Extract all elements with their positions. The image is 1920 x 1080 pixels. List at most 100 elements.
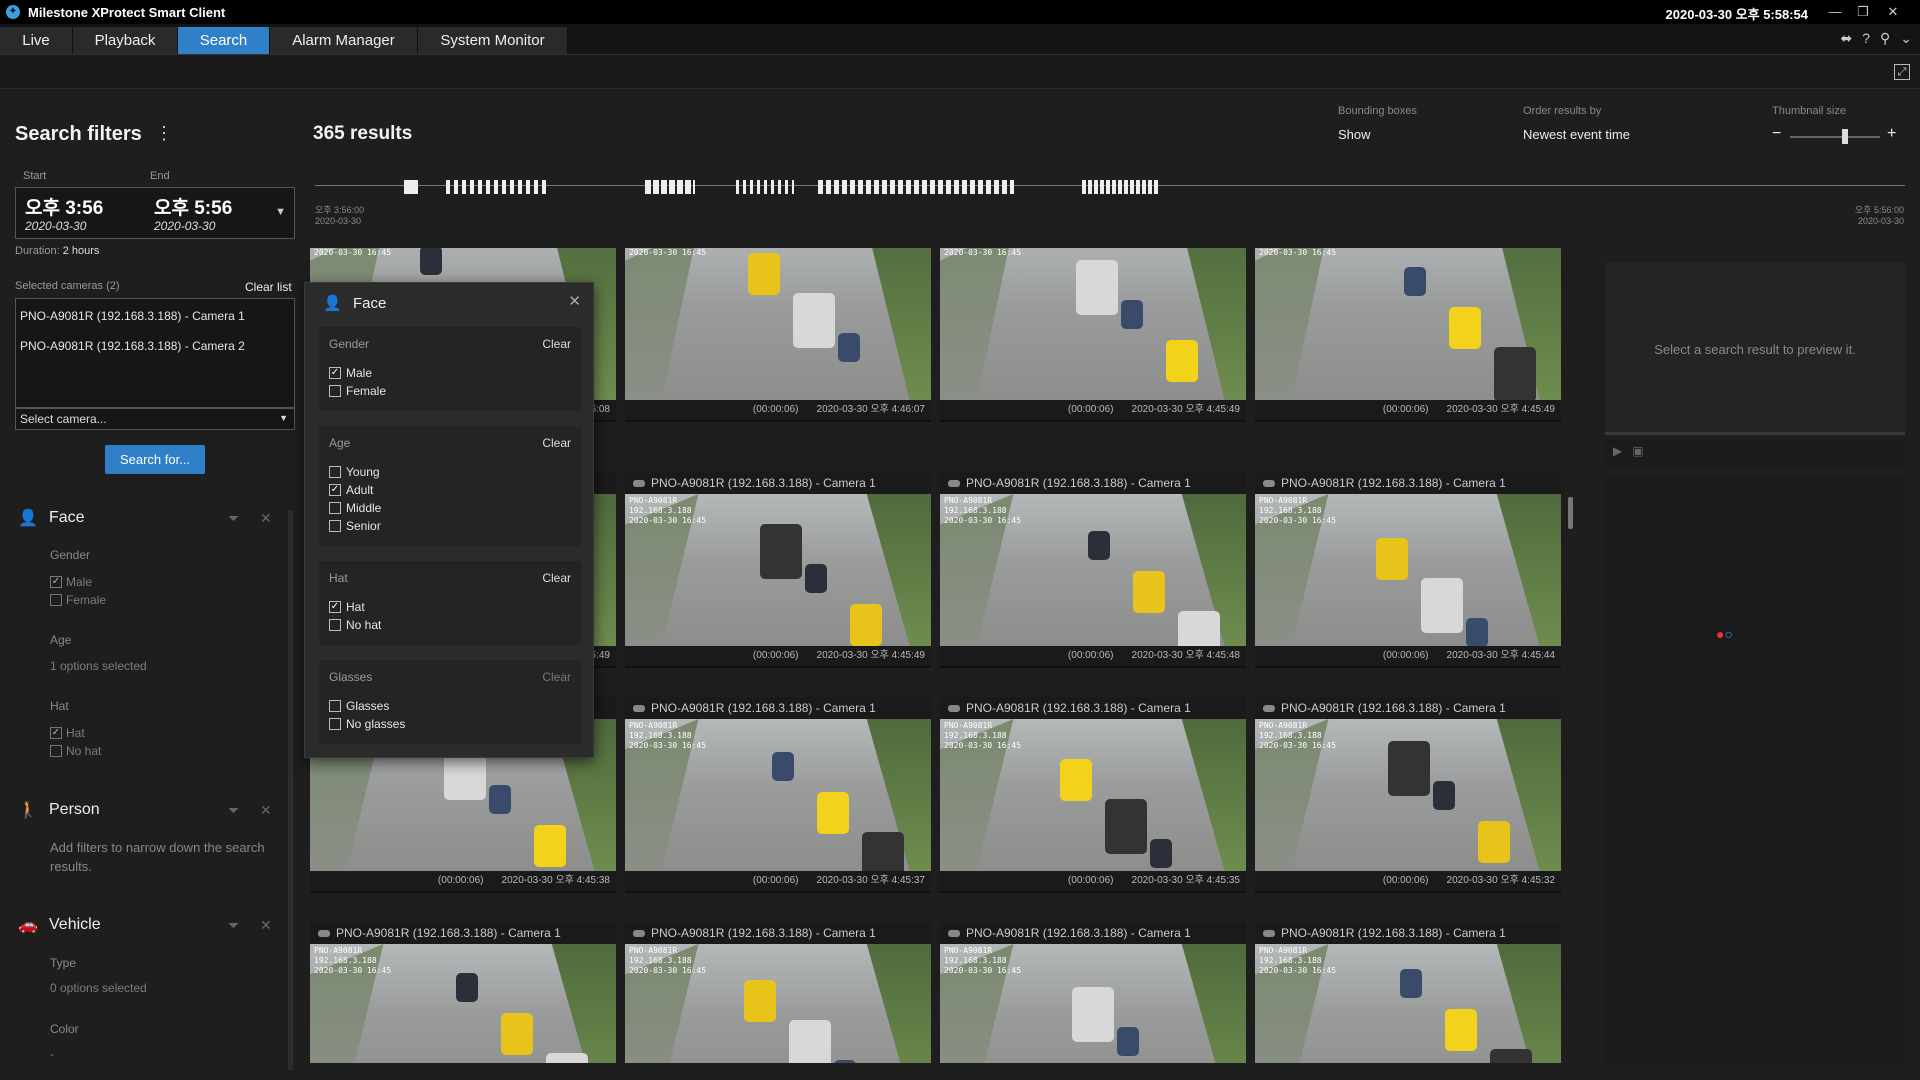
- result-thumbnail[interactable]: PNO-A9081R 192.168.3.188 2020-03-30 16:4…: [940, 248, 1246, 400]
- camera-list-item[interactable]: PNO-A9081R (192.168.3.188) - Camera 1: [20, 309, 245, 323]
- chevron-down-icon[interactable]: ▼: [275, 206, 286, 218]
- select-camera-dropdown[interactable]: Select camera... ▼: [15, 408, 295, 430]
- close-window-icon[interactable]: ✕: [1880, 2, 1906, 22]
- result-thumbnail[interactable]: PNO-A9081R 192.168.3.188 2020-03-30 16:4…: [625, 248, 931, 400]
- person-section-title[interactable]: Person: [49, 801, 100, 819]
- young-checkbox[interactable]: Young: [329, 465, 380, 479]
- filters-scrollbar[interactable]: [288, 510, 293, 1070]
- result-thumbnail[interactable]: PNO-A9081R 192.168.3.188 2020-03-30 16:4…: [940, 719, 1246, 871]
- no-glasses-checkbox[interactable]: No glasses: [329, 717, 405, 731]
- camera-list-item[interactable]: PNO-A9081R (192.168.3.188) - Camera 2: [20, 339, 245, 353]
- restore-icon[interactable]: ❐: [1850, 2, 1876, 22]
- thumbnail-size-slider[interactable]: [1790, 136, 1880, 138]
- funnel-icon[interactable]: ⏷: [228, 917, 239, 934]
- search-for-button[interactable]: Search for...: [105, 445, 205, 474]
- result-card[interactable]: PNO-A9081R (192.168.3.188) - Camera 1PNO…: [625, 697, 931, 893]
- close-icon[interactable]: ✕: [260, 802, 272, 819]
- result-thumbnail[interactable]: PNO-A9081R 192.168.3.188 2020-03-30 16:4…: [1255, 248, 1561, 400]
- time-range-picker[interactable]: 오후 3:56 2020-03-30 오후 5:56 2020-03-30 ▼: [15, 187, 295, 239]
- preview-hint: Select a search result to preview it.: [1654, 342, 1856, 357]
- selected-cameras-label: Selected cameras (2): [15, 280, 120, 292]
- result-card[interactable]: PNO-A9081R (192.168.3.188) - Camera 1PNO…: [940, 697, 1246, 893]
- timeline-event[interactable]: [404, 180, 418, 194]
- minimize-icon[interactable]: —: [1822, 2, 1848, 22]
- result-card[interactable]: PNO-A9081R (192.168.3.188) - Camera 1PNO…: [625, 922, 931, 1063]
- result-duration: (00:00:06): [1067, 875, 1114, 886]
- result-thumbnail[interactable]: PNO-A9081R 192.168.3.188 2020-03-30 16:4…: [940, 494, 1246, 646]
- clear-hat-button[interactable]: Clear: [542, 571, 571, 585]
- play-icon[interactable]: ▶: [1613, 444, 1622, 458]
- result-card[interactable]: PNO-A9081R 192.168.3.188 2020-03-30 16:4…: [625, 248, 931, 422]
- clear-gender-button[interactable]: Clear: [542, 337, 571, 351]
- tab-system-monitor[interactable]: System Monitor: [418, 27, 568, 54]
- zoom-out-icon[interactable]: −: [1772, 125, 1781, 143]
- senior-checkbox[interactable]: Senior: [329, 519, 381, 533]
- result-card[interactable]: PNO-A9081R (192.168.3.188) - Camera 1PNO…: [1255, 472, 1561, 668]
- male-checkbox[interactable]: ✓ Male: [50, 575, 92, 589]
- vehicle-in-frame: [1494, 347, 1536, 400]
- clear-age-button[interactable]: Clear: [542, 436, 571, 450]
- result-card[interactable]: PNO-A9081R (192.168.3.188) - Camera 1PNO…: [940, 472, 1246, 668]
- order-results-dropdown[interactable]: Newest event time: [1523, 127, 1630, 142]
- result-thumbnail[interactable]: PNO-A9081R 192.168.3.188 2020-03-30 16:4…: [625, 944, 931, 1063]
- result-thumbnail[interactable]: PNO-A9081R 192.168.3.188 2020-03-30 16:4…: [310, 944, 616, 1063]
- result-thumbnail[interactable]: PNO-A9081R 192.168.3.188 2020-03-30 16:4…: [625, 494, 931, 646]
- more-options-icon[interactable]: ⋮: [155, 123, 173, 144]
- timeline-event[interactable]: [446, 180, 550, 194]
- funnel-icon[interactable]: ⏷: [228, 510, 239, 527]
- result-card[interactable]: PNO-A9081R (192.168.3.188) - Camera 1PNO…: [625, 472, 931, 668]
- bounding-boxes-dropdown[interactable]: Show: [1338, 127, 1371, 142]
- tab-playback[interactable]: Playback: [73, 27, 178, 54]
- no-hat-checkbox[interactable]: No hat: [329, 618, 381, 632]
- result-thumbnail[interactable]: PNO-A9081R 192.168.3.188 2020-03-30 16:4…: [1255, 944, 1561, 1063]
- timeline-event[interactable]: [818, 180, 1014, 194]
- timeline-event[interactable]: [645, 180, 695, 194]
- zoom-in-icon[interactable]: +: [1887, 125, 1896, 143]
- tab-search[interactable]: Search: [178, 27, 270, 54]
- snapshot-icon[interactable]: ▣: [1632, 444, 1643, 458]
- connection-icon[interactable]: ⬌: [1840, 30, 1852, 47]
- face-section-title[interactable]: Face: [49, 509, 85, 527]
- close-icon[interactable]: ✕: [260, 917, 272, 934]
- fullscreen-icon[interactable]: ⤢: [1894, 64, 1910, 80]
- funnel-icon[interactable]: ⏷: [228, 802, 239, 819]
- clear-glasses-button[interactable]: Clear: [542, 670, 571, 684]
- help-icon[interactable]: ?: [1862, 30, 1870, 47]
- timeline-event[interactable]: [736, 180, 794, 194]
- slider-handle[interactable]: [1842, 129, 1848, 144]
- timeline-start-time: 오후 3:56:00: [315, 205, 365, 215]
- timeline-event[interactable]: [1082, 180, 1158, 194]
- close-icon[interactable]: ✕: [568, 292, 581, 310]
- result-card[interactable]: PNO-A9081R (192.168.3.188) - Camera 1PNO…: [940, 922, 1246, 1063]
- female-checkbox[interactable]: Female: [50, 593, 106, 607]
- result-card[interactable]: PNO-A9081R 192.168.3.188 2020-03-30 16:4…: [940, 248, 1246, 422]
- result-thumbnail[interactable]: PNO-A9081R 192.168.3.188 2020-03-30 16:4…: [625, 719, 931, 871]
- results-scrollbar[interactable]: [1568, 497, 1573, 529]
- preview-progress[interactable]: [1605, 432, 1905, 435]
- close-icon[interactable]: ✕: [260, 510, 272, 527]
- no-hat-checkbox[interactable]: No hat: [50, 744, 101, 758]
- female-checkbox[interactable]: Female: [329, 384, 386, 398]
- result-card[interactable]: PNO-A9081R (192.168.3.188) - Camera 1PNO…: [310, 922, 616, 1063]
- vehicle-in-frame: [1121, 300, 1143, 329]
- vehicle-section-title[interactable]: Vehicle: [49, 916, 101, 934]
- vehicle-in-frame: [1376, 538, 1408, 580]
- result-thumbnail[interactable]: PNO-A9081R 192.168.3.188 2020-03-30 16:4…: [940, 944, 1246, 1063]
- hat-checkbox[interactable]: ✓ Hat: [50, 726, 85, 740]
- hat-checkbox[interactable]: ✓ Hat: [329, 600, 365, 614]
- result-card[interactable]: PNO-A9081R (192.168.3.188) - Camera 1PNO…: [1255, 922, 1561, 1063]
- pin-icon[interactable]: ⚲: [1880, 30, 1890, 47]
- result-card[interactable]: PNO-A9081R (192.168.3.188) - Camera 1PNO…: [1255, 697, 1561, 893]
- result-card[interactable]: PNO-A9081R 192.168.3.188 2020-03-30 16:4…: [1255, 248, 1561, 422]
- adult-checkbox[interactable]: ✓ Adult: [329, 483, 373, 497]
- male-checkbox[interactable]: ✓ Male: [329, 366, 372, 380]
- tab-alarm-manager[interactable]: Alarm Manager: [270, 27, 418, 54]
- tab-live[interactable]: Live: [0, 27, 73, 54]
- glasses-checkbox[interactable]: Glasses: [329, 699, 389, 713]
- result-thumbnail[interactable]: PNO-A9081R 192.168.3.188 2020-03-30 16:4…: [1255, 494, 1561, 646]
- result-thumbnail[interactable]: PNO-A9081R 192.168.3.188 2020-03-30 16:4…: [1255, 719, 1561, 871]
- chevron-down-icon[interactable]: ⌄: [1900, 30, 1912, 47]
- clear-list-button[interactable]: Clear list: [245, 280, 292, 294]
- middle-checkbox[interactable]: Middle: [329, 501, 381, 515]
- camera-overlay-text: PNO-A9081R 192.168.3.188 2020-03-30 16:4…: [314, 248, 392, 257]
